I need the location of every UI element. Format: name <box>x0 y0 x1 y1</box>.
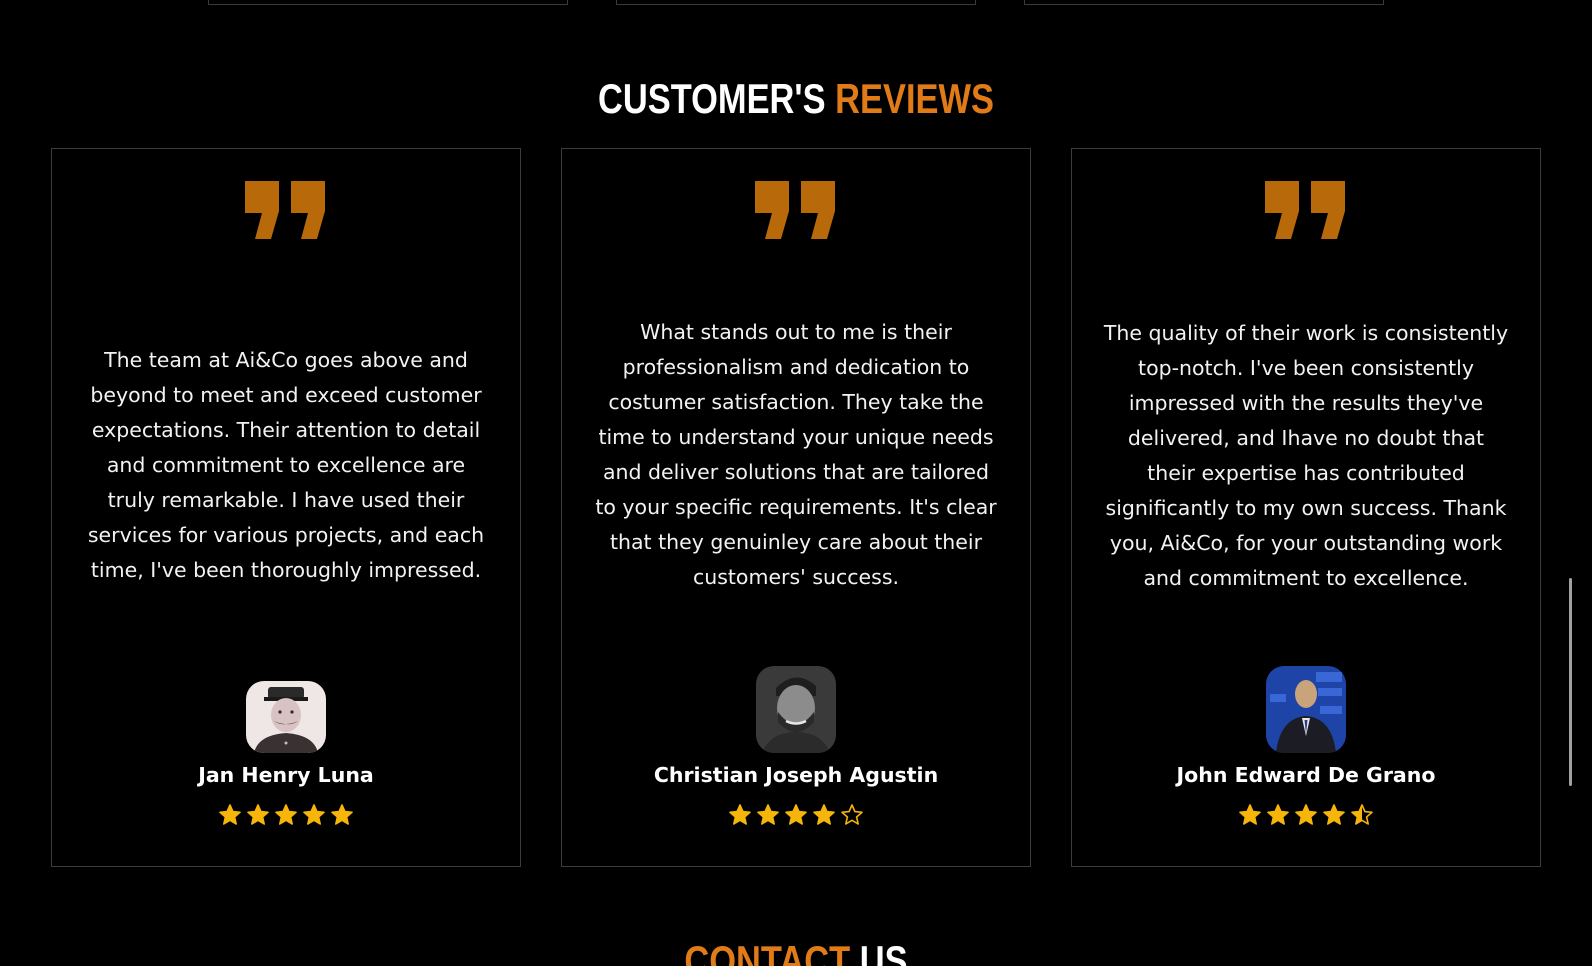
reviews-section-title: CUSTOMER'S REVIEWS <box>143 78 1448 120</box>
quote-icon <box>245 181 325 239</box>
contact-title-part1: CONTACT <box>684 937 851 966</box>
previous-section-card-edge <box>616 0 976 5</box>
star-icon <box>1295 804 1317 825</box>
star-icon <box>219 804 241 825</box>
star-icon <box>785 804 807 825</box>
reviews-title-part1: CUSTOMER'S <box>597 75 826 122</box>
star-icon <box>275 804 297 825</box>
star-rating <box>1072 803 1540 827</box>
star-half-icon <box>1351 804 1373 825</box>
review-text: What stands out to me is their professio… <box>595 320 997 589</box>
contact-section-title: CONTACT US <box>143 940 1448 966</box>
quote-icon <box>755 181 835 239</box>
review-text: The team at Ai&Co goes above and beyond … <box>87 348 485 582</box>
previous-section-card-edge <box>208 0 568 5</box>
reviewer-name: Christian Joseph Agustin <box>653 763 939 787</box>
star-icon <box>303 804 325 825</box>
review-card: The team at Ai&Co goes above and beyond … <box>51 148 521 867</box>
reviewer-name: John Edward De Grano <box>1176 763 1436 787</box>
previous-section-card-edge <box>1024 0 1384 5</box>
star-icon <box>813 804 835 825</box>
reviewer-avatar <box>756 666 836 753</box>
review-card: The quality of their work is consistentl… <box>1071 148 1541 867</box>
reviews-title-part2: REVIEWS <box>835 75 995 122</box>
star-icon <box>1239 804 1261 825</box>
star-rating <box>52 803 520 827</box>
star-icon <box>247 804 269 825</box>
review-text: The quality of their work is consistentl… <box>1103 321 1509 590</box>
star-icon <box>331 804 353 825</box>
contact-title-part2: US <box>859 937 908 966</box>
reviewer-avatar <box>1266 666 1346 753</box>
reviewer-avatar <box>246 681 326 753</box>
star-icon <box>1323 804 1345 825</box>
star-icon <box>729 804 751 825</box>
reviewer-name: Jan Henry Luna <box>198 763 374 787</box>
star-icon <box>1267 804 1289 825</box>
star-icon <box>757 804 779 825</box>
star-empty-icon <box>841 804 863 825</box>
quote-icon <box>1265 181 1345 239</box>
review-card: What stands out to me is their professio… <box>561 148 1031 867</box>
star-rating <box>562 803 1030 827</box>
page-scrollbar[interactable] <box>1569 578 1572 786</box>
